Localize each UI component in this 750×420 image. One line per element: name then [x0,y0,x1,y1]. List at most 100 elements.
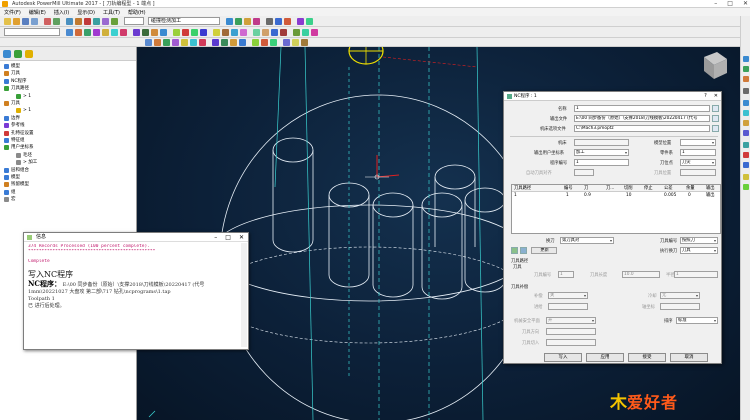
radius-input[interactable]: 1 [674,271,718,278]
right-icon-10[interactable] [743,152,749,158]
right-icon-12[interactable] [743,174,749,180]
tree-item[interactable]: > 1 [16,107,31,114]
view-icon-m[interactable] [261,39,268,46]
minimize-icon[interactable]: – [214,233,217,242]
right-icon-8[interactable] [743,130,749,136]
tree-item[interactable]: 组 [4,189,16,196]
calc-icon[interactable] [111,18,118,25]
close-icon[interactable]: ✕ [714,92,718,101]
toolbar-icon-j[interactable] [151,29,158,36]
toolbar-icon-t[interactable] [253,29,260,36]
view-icon-o[interactable] [283,39,290,46]
info-scrollbar[interactable] [241,243,247,347]
tree-item[interactable]: 宏 [4,196,16,203]
col-stop[interactable]: 停止 [644,185,653,192]
shade-icon[interactable] [297,18,304,25]
browse-output-icon[interactable] [712,115,719,122]
cancel-button[interactable]: 取消 [670,353,708,362]
tree-item[interactable]: 模型 [4,63,20,70]
toolbar-icon-y[interactable] [302,29,309,36]
view-icon-l[interactable] [252,39,259,46]
back-icon[interactable] [3,50,11,58]
change-select[interactable]: 第刀具对 [560,237,614,244]
view-icon-a[interactable] [145,39,152,46]
view-front-icon[interactable] [235,18,242,25]
col-tool-2[interactable]: 刀... [606,185,614,192]
grid-view-icon[interactable] [520,247,527,254]
col-toolpath[interactable]: 刀具路径 [514,185,531,192]
view-icon-c[interactable] [163,39,170,46]
tree-item[interactable]: 毛坯 [16,152,32,159]
model-pos-select[interactable] [680,139,716,146]
layer-combo[interactable] [124,17,144,25]
view-icon-e[interactable] [181,39,188,46]
toolbar-icon-e[interactable] [102,29,109,36]
zoom-icon[interactable] [266,18,273,25]
col-tolerance[interactable]: 公差 [664,185,673,192]
leads-icon[interactable] [93,18,100,25]
browse-machine-icon[interactable] [712,125,719,132]
toolbar-icon-o[interactable] [200,29,207,36]
view-iso-icon[interactable] [244,18,251,25]
view-icon-d[interactable] [172,39,179,46]
output-order-select[interactable]: 标准 [676,317,718,324]
name-input[interactable]: 1 [574,105,710,112]
toolbar-icon-m[interactable] [182,29,189,36]
right-icon-13[interactable] [743,184,749,190]
toolbar-icon-b[interactable] [75,29,82,36]
tree-item[interactable]: 残留模型 [4,181,29,188]
collision-combo[interactable]: 碰撞检测加工 [148,17,220,25]
toolbar-icon-i[interactable] [142,29,149,36]
toolbar-icon-l[interactable] [173,29,180,36]
maximize-icon[interactable]: □ [727,0,733,7]
toolbar-icon-v[interactable] [271,29,278,36]
pos-input[interactable] [660,303,700,310]
wire-icon[interactable] [306,18,313,25]
tree-item[interactable]: > 加工 [16,159,37,166]
toolbar-icon-d[interactable] [93,29,100,36]
menu-insert[interactable]: 插入(I) [54,9,69,16]
view-icon-f[interactable] [190,39,197,46]
toolbar-icon-z[interactable] [311,29,318,36]
home-icon[interactable] [25,50,33,58]
tree-item[interactable]: 特征组 [4,137,25,144]
undo-icon[interactable] [44,18,51,25]
view-icon-k[interactable] [239,39,246,46]
right-icon-4[interactable] [743,88,749,94]
new-icon[interactable] [4,18,11,25]
coord-input[interactable]: 1 [680,149,716,156]
tree-item[interactable]: 边界 [4,115,20,122]
tree-item[interactable]: 参考线 [4,122,25,129]
forward-icon[interactable] [14,50,22,58]
write-button[interactable]: 写入 [544,353,582,362]
toolbar-icon-a[interactable] [66,29,73,36]
tree-item[interactable]: NC程序 [4,78,27,85]
comp-select[interactable]: 关 [548,292,588,299]
tree-item[interactable]: 用户坐标系 [4,144,34,151]
right-icon-1[interactable] [743,56,749,62]
auto-tool-input[interactable] [574,169,594,176]
retract-select[interactable]: 开 [546,317,596,324]
col-cut[interactable]: 切削 [624,185,633,192]
view-icon-b[interactable] [154,39,161,46]
tool-num-small-input[interactable]: 1 [558,271,574,278]
tool-value-select[interactable]: 刀尖 [680,159,716,166]
right-icon-7[interactable] [743,120,749,126]
toolbar-icon-r[interactable] [231,29,238,36]
output-file-input[interactable]: E:\00 同步备份（原始）\支撑2018\刀线模板\20220417 (代号 [574,115,710,122]
view-icon-g[interactable] [199,39,206,46]
right-icon-2[interactable] [743,66,749,72]
block-icon[interactable] [66,18,73,25]
tree-item[interactable]: 刀具 [4,70,20,77]
tool-num-select[interactable]: 按照刀 [680,237,718,244]
close-icon[interactable]: ✕ [743,0,748,7]
strategy-icon[interactable] [102,18,109,25]
tree-item[interactable]: 模型 [4,174,20,181]
view-top-icon[interactable] [226,18,233,25]
menu-display[interactable]: 显示(D) [77,9,95,16]
prog-num-input[interactable]: 1 [574,159,629,166]
tree-item[interactable]: > 1 [16,93,31,100]
apply-button[interactable]: 应用 [586,353,624,362]
view-icon-h[interactable] [212,39,219,46]
view-icon-j[interactable] [230,39,237,46]
